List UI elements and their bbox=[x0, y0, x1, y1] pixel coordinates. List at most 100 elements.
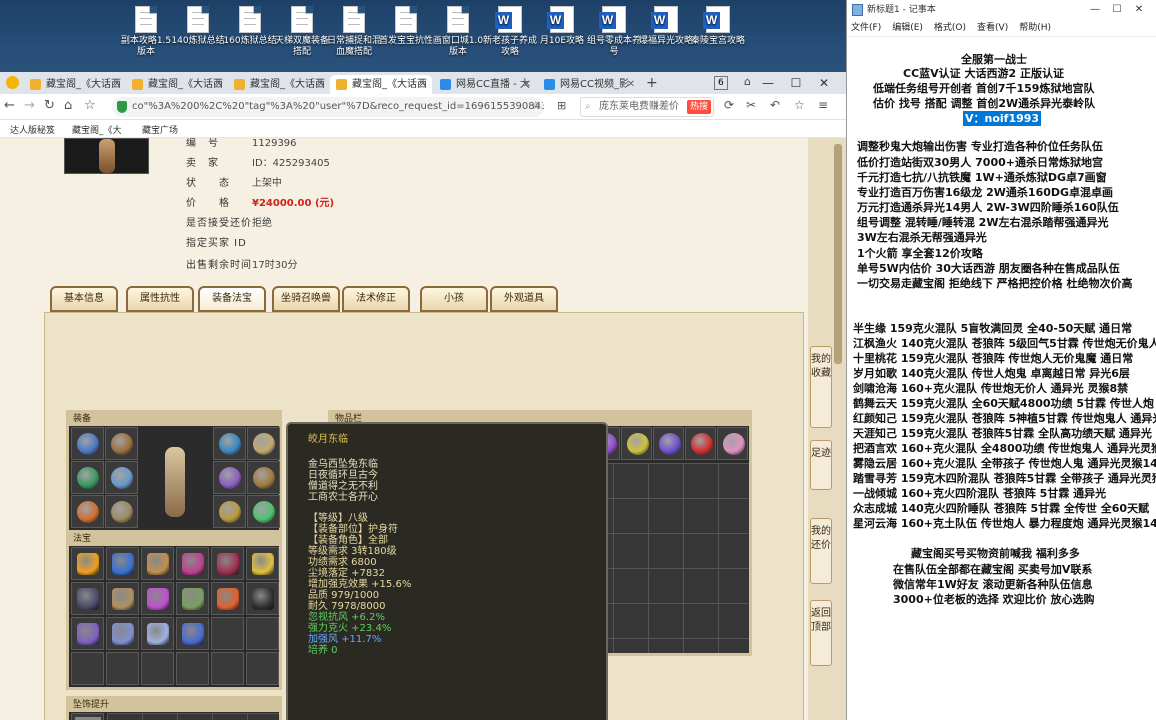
home-icon[interactable]: ⌂ bbox=[64, 98, 72, 113]
fabao-slot[interactable] bbox=[71, 582, 104, 615]
browser-tab[interactable]: 网易CC视频_影 ✕ bbox=[538, 75, 640, 94]
detail-tab[interactable]: 小孩 bbox=[420, 286, 488, 312]
notepad-menu-item[interactable]: 编辑(E) bbox=[892, 23, 923, 33]
shop-icon[interactable]: ⌂ bbox=[744, 75, 751, 88]
equipment-slot[interactable] bbox=[105, 461, 138, 494]
desktop-icon[interactable]: W 爆福异光攻略 bbox=[638, 6, 694, 47]
side-nav-button[interactable]: 我的还价 bbox=[810, 518, 832, 584]
notepad-maximize-button[interactable]: ☐ bbox=[1106, 0, 1128, 20]
equipment-slot[interactable] bbox=[213, 495, 246, 528]
hot-search-badge[interactable]: 热搜 bbox=[686, 100, 711, 114]
fabao-slot[interactable] bbox=[71, 547, 104, 580]
minimize-button[interactable]: — bbox=[754, 72, 782, 94]
equipment-slot[interactable] bbox=[247, 427, 280, 460]
equipment-slot[interactable] bbox=[71, 495, 104, 528]
fabao-slot[interactable] bbox=[106, 617, 139, 650]
fabao-slot[interactable] bbox=[141, 547, 174, 580]
search-box[interactable]: ⌕ 庞东莱电费赚差价 热搜 bbox=[580, 97, 714, 117]
notepad-text-area[interactable]: 全服第一战士 CC蓝V认证 大话西游2 正版认证 低端任务组号开创者 首创7千159… bbox=[847, 38, 1156, 720]
detail-tab[interactable]: 外观道具 bbox=[490, 286, 558, 312]
notepad-menu-item[interactable]: 格式(O) bbox=[934, 23, 966, 33]
fabao-slot[interactable] bbox=[141, 617, 174, 650]
tab-close-icon[interactable]: ✕ bbox=[523, 75, 531, 94]
browser-tab[interactable]: 藏宝阁_《大话西 ✕ bbox=[24, 75, 126, 94]
inventory-slot[interactable] bbox=[717, 427, 748, 460]
fabao-empty-slot[interactable] bbox=[71, 652, 104, 685]
fabao-empty-slot[interactable] bbox=[211, 652, 244, 685]
reload-icon[interactable]: ↻ bbox=[44, 98, 55, 113]
inventory-slot[interactable] bbox=[653, 427, 684, 460]
fabao-slot[interactable] bbox=[246, 582, 279, 615]
equipment-slot[interactable] bbox=[71, 461, 104, 494]
desktop-icon[interactable]: 副本攻略1.5版本 bbox=[118, 6, 174, 58]
url-field[interactable]: co"%3A%200%2C%20"tag"%3A%20"user"%7D&rec… bbox=[112, 97, 544, 117]
equipment-slot[interactable] bbox=[71, 427, 104, 460]
side-nav-button[interactable]: 足迹 bbox=[810, 440, 832, 490]
notepad-close-button[interactable]: ✕ bbox=[1128, 0, 1150, 20]
fabao-slot[interactable] bbox=[211, 582, 244, 615]
fabao-slot[interactable] bbox=[141, 582, 174, 615]
desktop-icon[interactable]: 140炼狱总结 bbox=[170, 6, 226, 47]
fabao-empty-slot[interactable] bbox=[246, 652, 279, 685]
desktop-icon[interactable]: 首发宝宝抗性 bbox=[378, 6, 434, 47]
notepad-menu-item[interactable]: 文件(F) bbox=[851, 23, 881, 33]
bookmark-star-icon[interactable]: ☆ bbox=[84, 98, 96, 113]
browser-tab[interactable]: 网易CC直播 - 大 ✕ bbox=[434, 75, 536, 94]
equipment-slot[interactable] bbox=[247, 495, 280, 528]
notepad-menu-item[interactable]: 查看(V) bbox=[977, 23, 1008, 33]
forward-icon[interactable]: → bbox=[24, 98, 35, 113]
fabao-slot[interactable] bbox=[106, 582, 139, 615]
inventory-slot[interactable] bbox=[685, 427, 716, 460]
desktop-icon[interactable]: W 新老孩子养成攻略 bbox=[482, 6, 538, 58]
extension-icon[interactable]: ⊞ bbox=[557, 99, 566, 112]
equipment-slot[interactable] bbox=[213, 427, 246, 460]
desktop-icon[interactable]: W 月10E攻略 bbox=[534, 6, 590, 47]
fabao-empty-slot[interactable] bbox=[106, 652, 139, 685]
pendant-slot[interactable] bbox=[71, 713, 104, 720]
fabao-empty-slot[interactable] bbox=[246, 617, 279, 650]
undo-icon[interactable]: ↶ bbox=[770, 98, 780, 112]
tab-close-icon[interactable]: ✕ bbox=[317, 75, 325, 94]
fabao-slot[interactable] bbox=[176, 547, 209, 580]
desktop-icon[interactable]: 日常捕捉和混血魔搭配 bbox=[326, 6, 382, 58]
fabao-slot[interactable] bbox=[106, 547, 139, 580]
fabao-slot[interactable] bbox=[176, 617, 209, 650]
bookmark-item[interactable]: 达人版秘笈 bbox=[10, 123, 55, 136]
sync-icon[interactable]: ⟳ bbox=[724, 98, 734, 112]
desktop-icon[interactable]: W 秦陵宝宫攻略 bbox=[690, 6, 746, 47]
detail-tab[interactable]: 法术修正 bbox=[342, 286, 410, 312]
fabao-slot[interactable] bbox=[176, 582, 209, 615]
desktop-icon[interactable]: W 组号零成本养号 bbox=[586, 6, 642, 58]
bookmark-item[interactable]: 藏宝广场 bbox=[142, 123, 178, 136]
fabao-empty-slot[interactable] bbox=[141, 652, 174, 685]
equipment-slot[interactable] bbox=[213, 461, 246, 494]
menu-icon[interactable]: ≡ bbox=[818, 98, 828, 112]
fabao-slot[interactable] bbox=[246, 547, 279, 580]
star-icon[interactable]: ☆ bbox=[531, 99, 541, 112]
back-icon[interactable]: ← bbox=[4, 98, 15, 113]
bookmark-item[interactable]: 藏宝阁_《大 bbox=[72, 123, 122, 136]
detail-tab[interactable]: 装备法宝 bbox=[198, 286, 266, 312]
browser-tab[interactable]: 藏宝阁_《大话西 ✕ bbox=[228, 75, 330, 94]
desktop-icon[interactable]: 画窗口城1.0版本 bbox=[430, 6, 486, 58]
tab-close-icon[interactable]: ✕ bbox=[419, 75, 427, 94]
fabao-empty-slot[interactable] bbox=[176, 652, 209, 685]
screenshot-icon[interactable]: ✂ bbox=[746, 98, 756, 112]
browser-tab[interactable]: 藏宝阁_《大话西 ✕ bbox=[126, 75, 228, 94]
favorites-icon[interactable]: ☆ bbox=[794, 98, 805, 112]
browser-logo-icon[interactable] bbox=[6, 76, 19, 89]
detail-tab[interactable]: 基本信息 bbox=[50, 286, 118, 312]
notepad-menu-item[interactable]: 帮助(H) bbox=[1019, 23, 1051, 33]
close-button[interactable]: ✕ bbox=[810, 72, 838, 94]
equipment-slot[interactable] bbox=[247, 461, 280, 494]
maximize-button[interactable]: ☐ bbox=[782, 72, 810, 94]
browser-tab[interactable]: 藏宝阁_《大话西 ✕ bbox=[330, 75, 432, 94]
equipment-slot[interactable] bbox=[105, 427, 138, 460]
detail-tab[interactable]: 属性抗性 bbox=[126, 286, 194, 312]
side-nav-button[interactable]: 返回顶部 bbox=[810, 600, 832, 666]
fabao-slot[interactable] bbox=[71, 617, 104, 650]
tab-close-icon[interactable]: ✕ bbox=[113, 75, 121, 94]
detail-tab[interactable]: 坐骑召唤兽 bbox=[272, 286, 340, 312]
side-nav-button[interactable]: 我的收藏 bbox=[810, 346, 832, 428]
fabao-slot[interactable] bbox=[211, 547, 244, 580]
